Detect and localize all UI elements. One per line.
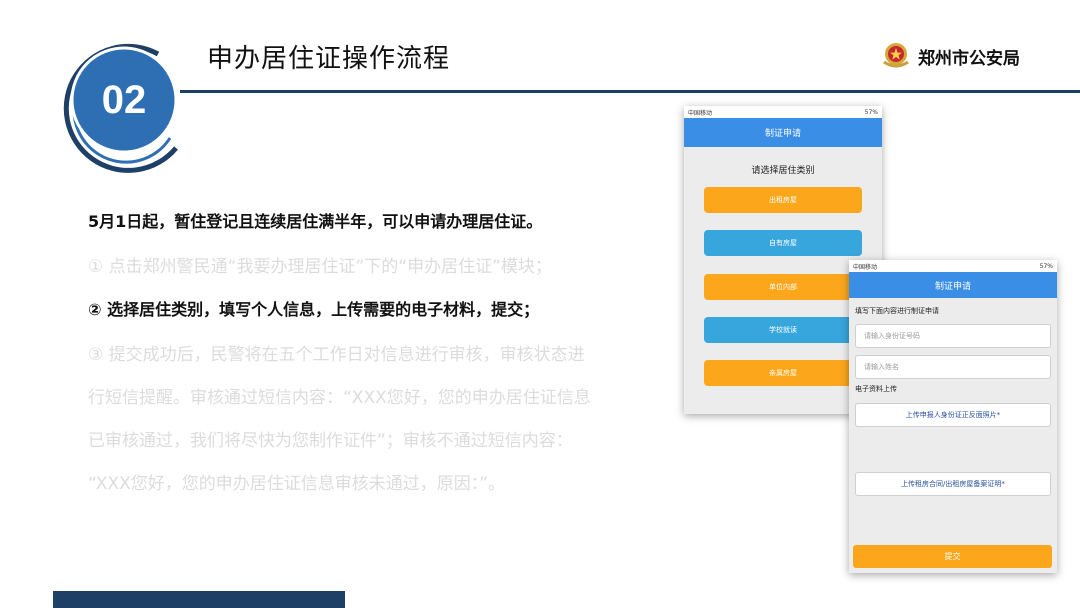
- form-hint: 填写下面内容进行制证申请: [855, 307, 939, 315]
- category-option-work-unit[interactable]: 单位内部: [704, 274, 862, 300]
- carrier-label: 中国移动: [688, 109, 713, 117]
- phone-status-bar: 中国移动 57%: [849, 260, 1057, 272]
- step3-text-line2: 行短信提醒。审核通过短信内容：“XXX您好，您的申办居住证信息: [88, 388, 591, 408]
- org-logo: 郑州市公安局: [880, 40, 1020, 72]
- id-number-input[interactable]: 请输入身份证号码: [855, 324, 1051, 348]
- page-title: 申办居住证操作流程: [207, 44, 451, 74]
- step3-text-line3: 已审核通过，我们将尽快为您制作证件”；审核不通过短信内容：: [88, 431, 573, 451]
- category-option-rental[interactable]: 出租房屋: [704, 187, 862, 213]
- upload-contract-button[interactable]: 上传租房合同/出租房屋备案证明*: [855, 472, 1051, 496]
- header-divider: [180, 90, 1080, 93]
- step2-text: ② 选择居住类别，填写个人信息，上传需要的电子材料，提交；: [88, 300, 540, 319]
- section-number: 02: [101, 77, 147, 122]
- category-prompt: 请选择居住类别: [751, 166, 815, 176]
- category-option-school[interactable]: 学校就读: [704, 317, 862, 343]
- upload-section-label: 电子资料上传: [855, 385, 897, 393]
- phone-screenshot-form: 中国移动 57% 制证申请 填写下面内容进行制证申请 请输入身份证号码 请输入姓…: [849, 260, 1057, 573]
- category-option-relative[interactable]: 亲属房屋: [704, 360, 862, 386]
- step3-text-line4: “XXX您好，您的申办居住证信息审核未通过，原因：”。: [88, 474, 506, 494]
- battery-label: 57%: [1039, 262, 1053, 270]
- battery-label: 57%: [864, 108, 878, 116]
- carrier-label: 中国移动: [853, 263, 878, 271]
- footer-bar: [53, 591, 345, 608]
- step3-text-line1: ③ 提交成功后，民警将在五个工作日对信息进行审核，审核状态进: [88, 345, 585, 365]
- upload-id-photo-button[interactable]: 上传申报人身份证正反面照片*: [855, 403, 1051, 427]
- police-emblem-icon: [883, 43, 909, 68]
- org-name: 郑州市公安局: [918, 48, 1020, 69]
- phone-header-title: 制证申请: [849, 272, 1057, 298]
- submit-button[interactable]: 提交: [853, 545, 1052, 568]
- phone-status-bar: 中国移动 57%: [684, 106, 882, 118]
- phone-header-title: 制证申请: [684, 118, 882, 147]
- intro-text: 5月1日起，暂住登记且连续居住满半年，可以申请办理居住证。: [88, 212, 543, 231]
- category-option-owned[interactable]: 自有房屋: [704, 230, 862, 256]
- name-input[interactable]: 请输入姓名: [855, 355, 1051, 379]
- step1-text: ① 点击郑州警民通“我要办理居住证”下的“申办居住证”模块；: [88, 257, 552, 277]
